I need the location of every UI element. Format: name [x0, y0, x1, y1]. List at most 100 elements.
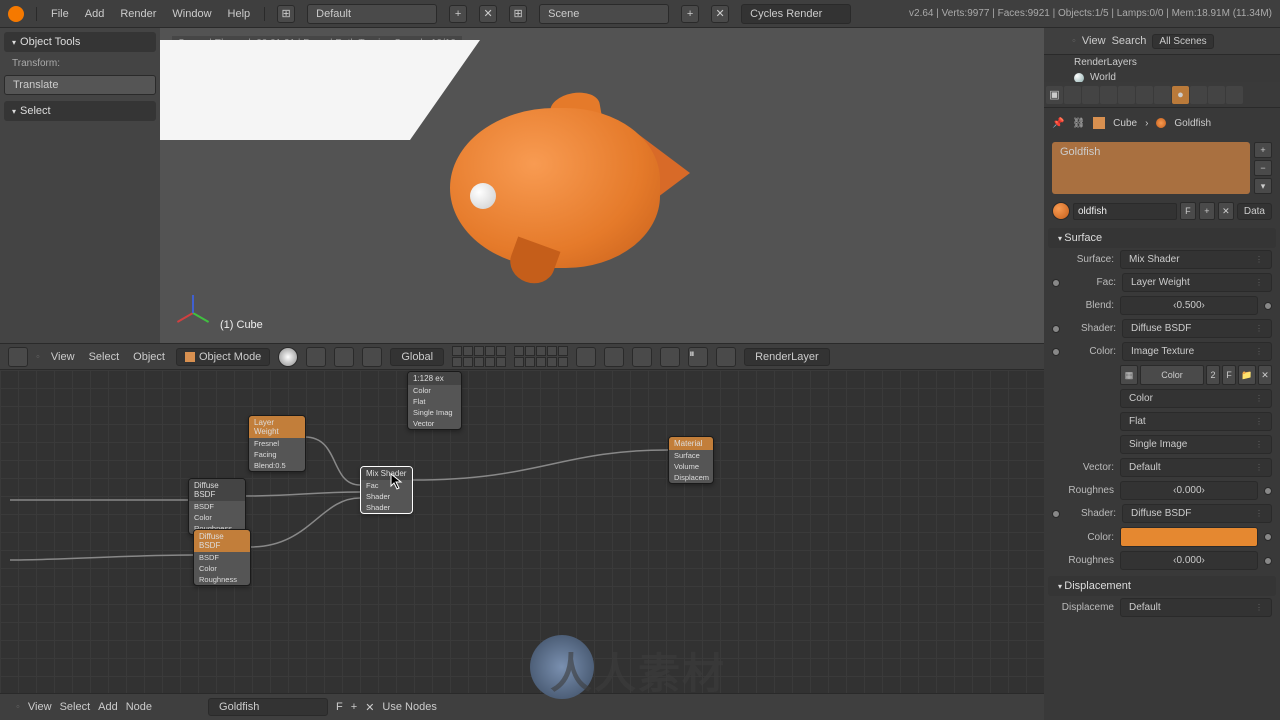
f-button[interactable]: F: [336, 701, 343, 713]
node-image-texture[interactable]: 1:128 ex Color Flat Single Imag Vector: [407, 371, 462, 430]
outliner-type-icon[interactable]: [1050, 33, 1066, 49]
breadcrumb-obj[interactable]: Cube: [1113, 118, 1137, 129]
node-diffuse-1[interactable]: Diffuse BSDF BSDF Color Roughness: [188, 478, 246, 535]
mat-menu-button[interactable]: ▾: [1254, 178, 1272, 194]
object-tools-header[interactable]: Object Tools: [4, 32, 156, 52]
layer-grid[interactable]: [452, 346, 506, 367]
outliner-item-world[interactable]: World: [1044, 70, 1280, 82]
pin-icon[interactable]: 📌: [1052, 118, 1064, 129]
tab-physics[interactable]: [1226, 86, 1243, 104]
layout-close-button[interactable]: ✕: [479, 5, 497, 23]
material-name-input[interactable]: [1073, 203, 1177, 220]
outliner-item-renderlayers[interactable]: RenderLayers: [1044, 55, 1280, 70]
pause-icon[interactable]: ⏸: [688, 347, 708, 367]
tab-data[interactable]: [1154, 86, 1171, 104]
pivot-icon[interactable]: [306, 347, 326, 367]
shader1-dropdown[interactable]: Diffuse BSDF: [1122, 319, 1272, 338]
node-menu-add[interactable]: Add: [98, 701, 118, 713]
outliner-filter-dropdown[interactable]: All Scenes: [1152, 34, 1213, 49]
colorspace-dropdown[interactable]: Color: [1120, 389, 1272, 408]
layout-browse-button[interactable]: ⊞: [277, 5, 295, 23]
scene-browse-button[interactable]: ⊞: [509, 5, 527, 23]
orientation-dropdown[interactable]: Global: [390, 348, 444, 366]
view3d-menu-view[interactable]: View: [48, 349, 78, 365]
tab-object[interactable]: [1100, 86, 1117, 104]
outliner-search-menu[interactable]: Search: [1112, 35, 1147, 47]
render-icon[interactable]: [632, 347, 652, 367]
menu-window[interactable]: Window: [170, 4, 213, 24]
vector-dropdown[interactable]: Default: [1120, 458, 1272, 477]
mat-add-button[interactable]: +: [1254, 142, 1272, 158]
fac-dropdown[interactable]: Layer Weight: [1122, 273, 1272, 292]
renderlayer-dropdown[interactable]: RenderLayer: [744, 348, 830, 366]
menu-help[interactable]: Help: [226, 4, 253, 24]
layout-name-field[interactable]: Default: [307, 4, 437, 24]
tab-material[interactable]: ●: [1172, 86, 1189, 104]
node-editor[interactable]: 1:128 ex Color Flat Single Imag Vector L…: [0, 370, 1044, 693]
view3d-menu-select[interactable]: Select: [86, 349, 123, 365]
displacement-section-header[interactable]: Displacement: [1048, 576, 1276, 596]
material-name-field[interactable]: Goldfish: [208, 698, 328, 716]
material-preview-icon[interactable]: [1052, 202, 1070, 220]
use-nodes-checkbox[interactable]: Use Nodes: [382, 701, 436, 713]
fake-user-button[interactable]: F: [1180, 202, 1196, 220]
layout-add-button[interactable]: +: [449, 5, 467, 23]
mat-remove-button[interactable]: −: [1254, 160, 1272, 176]
tab-scene[interactable]: [1064, 86, 1081, 104]
surface-section-header[interactable]: Surface: [1048, 228, 1276, 248]
image-unlink-button[interactable]: ✕: [1258, 365, 1272, 385]
select-header[interactable]: Select: [4, 101, 156, 121]
render-engine-dropdown[interactable]: Cycles Render: [741, 4, 851, 24]
tab-particles[interactable]: [1208, 86, 1225, 104]
del-mat-button[interactable]: ✕: [365, 701, 374, 714]
scene-name-field[interactable]: Scene: [539, 4, 669, 24]
node-diffuse-2[interactable]: Diffuse BSDF BSDF Color Roughness: [193, 529, 251, 586]
source-dropdown[interactable]: Single Image: [1120, 435, 1272, 454]
displacement-dropdown[interactable]: Default: [1120, 598, 1272, 617]
layer-grid-2[interactable]: [514, 346, 568, 367]
node-menu-view[interactable]: View: [28, 701, 52, 713]
add-mat-button[interactable]: +: [351, 701, 357, 713]
socket-dot[interactable]: [1052, 325, 1060, 333]
scene-add-button[interactable]: +: [681, 5, 699, 23]
axis-icon[interactable]: [362, 347, 382, 367]
image-browse-button[interactable]: ▦: [1120, 365, 1138, 385]
data-link-dropdown[interactable]: Data: [1237, 203, 1272, 220]
tab-modifiers[interactable]: [1136, 86, 1153, 104]
new-material-button[interactable]: +: [1199, 202, 1215, 220]
breadcrumb-mat[interactable]: Goldfish: [1174, 118, 1211, 129]
snap-type-icon[interactable]: [604, 347, 624, 367]
socket-dot[interactable]: [1052, 510, 1060, 518]
material-slot[interactable]: Goldfish: [1052, 142, 1250, 194]
shader2-dropdown[interactable]: Diffuse BSDF: [1122, 504, 1272, 523]
view3d-menu-object[interactable]: Object: [130, 349, 168, 365]
shading-icon[interactable]: [278, 347, 298, 367]
unlink-material-button[interactable]: ✕: [1218, 202, 1234, 220]
image-name-field[interactable]: Color: [1140, 365, 1204, 385]
slot-icon[interactable]: [716, 347, 736, 367]
tab-world[interactable]: [1082, 86, 1099, 104]
node-mix-shader[interactable]: Mix Shader Fac Shader Shader: [360, 466, 413, 514]
node-material-output[interactable]: Material Surface Volume Displacem: [668, 436, 714, 484]
node-layer-weight[interactable]: Layer Weight Fresnel Facing Blend:0.5: [248, 415, 306, 472]
node-menu-select[interactable]: Select: [60, 701, 91, 713]
roughness2-slider[interactable]: ‹0.000›: [1120, 551, 1258, 570]
outliner-view-menu[interactable]: View: [1082, 35, 1106, 47]
scene-close-button[interactable]: ✕: [711, 5, 729, 23]
surface-dropdown[interactable]: Mix Shader: [1120, 250, 1272, 269]
menu-file[interactable]: File: [49, 4, 71, 24]
snap-icon[interactable]: [576, 347, 596, 367]
tab-constraints[interactable]: [1118, 86, 1135, 104]
camera-icon[interactable]: [660, 347, 680, 367]
color1-dropdown[interactable]: Image Texture: [1122, 342, 1272, 361]
image-f-button[interactable]: F: [1222, 365, 1236, 385]
color2-swatch[interactable]: [1120, 527, 1258, 547]
menu-add[interactable]: Add: [83, 4, 107, 24]
mode-dropdown[interactable]: Object Mode: [176, 348, 270, 366]
translate-button[interactable]: Translate: [4, 75, 156, 95]
image-open-button[interactable]: 📁: [1238, 365, 1256, 385]
roughness1-slider[interactable]: ‹0.000›: [1120, 481, 1258, 500]
tab-render[interactable]: ▣: [1046, 86, 1063, 104]
socket-dot[interactable]: [1052, 348, 1060, 356]
blend-slider[interactable]: ‹0.500›: [1120, 296, 1258, 315]
